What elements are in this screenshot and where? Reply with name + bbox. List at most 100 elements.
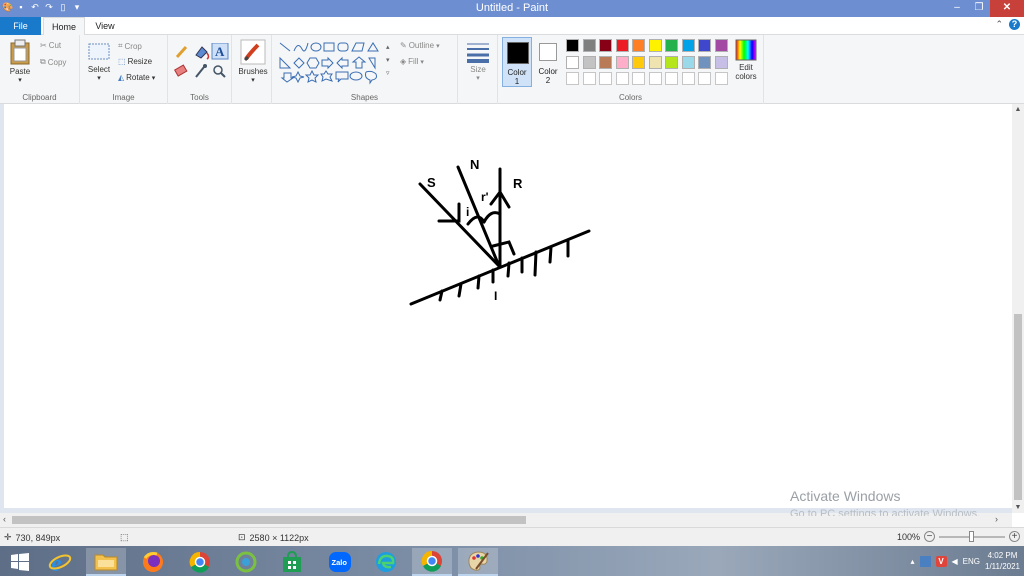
restore-button[interactable]: ❐ — [968, 0, 990, 17]
tab-home[interactable]: Home — [43, 17, 85, 36]
palette-swatch[interactable] — [582, 39, 596, 52]
palette-swatch[interactable] — [632, 39, 645, 52]
select-button[interactable]: Select ▾ — [86, 41, 112, 82]
palette-swatch[interactable] — [714, 39, 728, 52]
palette-swatch[interactable] — [648, 55, 662, 69]
copy-label: Copy — [47, 57, 67, 67]
palette-swatch[interactable] — [698, 39, 711, 52]
tray-overflow-icon[interactable]: ▴ — [910, 557, 914, 566]
firefox-button[interactable] — [133, 548, 173, 576]
crop-button[interactable]: ⌗ Crop — [118, 41, 142, 51]
palette-swatch[interactable] — [599, 55, 612, 69]
app-green-button[interactable] — [226, 548, 266, 576]
palette-swatch[interactable] — [566, 55, 579, 69]
network-status-icon[interactable] — [919, 555, 931, 567]
taskbar: e Zalo ▴ V ◀︎ ENG 4:02 PM 1/11/2021 — [0, 546, 1024, 576]
scroll-right-icon[interactable]: › — [995, 514, 998, 524]
palette-swatch[interactable] — [615, 55, 629, 69]
palette-custom-swatch[interactable] — [681, 72, 695, 85]
palette-swatch[interactable] — [599, 39, 612, 52]
brushes-button[interactable]: Brushes ▾ — [236, 39, 270, 84]
minimize-button[interactable]: – — [946, 0, 968, 17]
palette-swatch[interactable] — [582, 55, 596, 69]
zoom-slider[interactable] — [939, 530, 1005, 542]
speaker-icon[interactable]: ◀︎ — [952, 557, 958, 566]
zoom-controls: 100% − + — [897, 530, 1020, 542]
collapse-ribbon-icon[interactable]: ⌃ — [995, 19, 1003, 30]
crop-icon: ⌗ — [118, 41, 123, 50]
palette-swatch[interactable] — [714, 55, 728, 69]
vivaldi-tray-icon[interactable]: V — [935, 555, 947, 567]
scroll-up-icon[interactable]: ▲ — [1012, 106, 1024, 113]
palette-swatch[interactable] — [648, 39, 662, 52]
palette-custom-swatch[interactable] — [566, 72, 579, 85]
tab-file[interactable]: File — [0, 17, 41, 35]
edge-button[interactable] — [366, 548, 406, 576]
magnifier-icon[interactable] — [213, 65, 226, 78]
palette-custom-swatch[interactable] — [632, 72, 645, 85]
resize-button[interactable]: ⬚ Resize — [118, 57, 152, 66]
close-button[interactable]: ✕ — [990, 0, 1024, 17]
start-button[interactable] — [0, 548, 40, 576]
shapes-scroll[interactable]: ▴ ▾ ▿ — [386, 41, 390, 80]
palette-custom-swatch[interactable] — [582, 72, 596, 85]
help-icon[interactable]: ? — [1009, 19, 1020, 30]
zoom-out-button[interactable]: − — [924, 531, 935, 542]
fill-button[interactable]: ◈ Fill ▾ — [400, 57, 424, 66]
palette-swatch[interactable] — [681, 55, 695, 69]
file-explorer-button[interactable] — [86, 548, 126, 576]
palette-swatch[interactable] — [566, 39, 579, 52]
palette-swatch[interactable] — [632, 55, 645, 69]
vertical-scrollbar[interactable]: ▲ ▼ — [1012, 104, 1024, 513]
chrome-active-button[interactable] — [412, 548, 452, 576]
internet-explorer-button[interactable]: e — [40, 548, 80, 576]
zoom-slider-thumb[interactable] — [969, 530, 974, 542]
palette-custom-swatch[interactable] — [599, 72, 612, 85]
rotate-button[interactable]: ◭ Rotate ▾ — [118, 73, 155, 82]
chrome-button[interactable] — [180, 548, 220, 576]
palette-custom-swatch[interactable] — [698, 72, 711, 85]
palette-custom-swatch[interactable] — [648, 72, 662, 85]
outline-button[interactable]: ✎ Outline ▾ — [400, 41, 440, 50]
eraser-icon[interactable] — [174, 64, 188, 77]
clock[interactable]: 4:02 PM 1/11/2021 — [985, 550, 1020, 572]
palette-swatch[interactable] — [615, 39, 629, 52]
color2-button[interactable]: Color 2 — [534, 37, 562, 87]
cursor-position-value: 730, 849px — [15, 532, 61, 543]
vertical-scroll-thumb[interactable] — [1014, 314, 1022, 500]
palette-custom-swatch[interactable] — [714, 72, 728, 85]
cut-button[interactable]: ✂ Cut — [40, 41, 61, 50]
edit-colors-button[interactable]: Edit colors — [730, 39, 762, 81]
size-button[interactable]: Size ▾ — [462, 41, 494, 82]
copy-button[interactable]: ⧉ Copy — [40, 57, 66, 67]
horizontal-scroll-thumb[interactable] — [12, 516, 526, 524]
palette-swatch[interactable] — [698, 55, 711, 69]
palette-swatch[interactable] — [665, 55, 678, 69]
select-label: Select — [87, 65, 111, 74]
scroll-left-icon[interactable]: ‹ — [3, 514, 6, 524]
palette-custom-swatch[interactable] — [665, 72, 678, 85]
tab-view[interactable]: View — [88, 17, 122, 35]
color1-button[interactable]: Color 1 — [502, 37, 532, 87]
drawing-canvas[interactable]: S N R i r' I — [4, 104, 1012, 508]
color-picker-icon[interactable] — [195, 64, 207, 78]
fill-bucket-icon[interactable] — [195, 46, 210, 60]
scroll-down-icon[interactable]: ▼ — [1012, 504, 1024, 511]
store-button[interactable] — [272, 548, 312, 576]
pencil-icon[interactable] — [174, 43, 190, 59]
language-indicator[interactable]: ENG — [963, 557, 980, 566]
text-tool-icon[interactable]: A — [211, 43, 229, 60]
palette-swatch[interactable] — [665, 39, 678, 52]
shapes-group: ▴ ▾ ▿ ✎ Outline ▾ ◈ Fill ▾ Shapes — [272, 35, 458, 104]
brushes-label: Brushes — [238, 67, 268, 76]
paste-button[interactable]: Paste ▾ — [6, 39, 34, 84]
palette-swatch[interactable] — [681, 39, 695, 52]
angle-r-arc — [482, 211, 502, 224]
paint-taskbar-button[interactable] — [458, 548, 498, 576]
zalo-button[interactable]: Zalo — [320, 548, 360, 576]
shapes-gallery[interactable] — [278, 41, 396, 85]
palette-custom-swatch[interactable] — [615, 72, 629, 85]
store-bag-icon — [283, 551, 301, 572]
zoom-in-button[interactable]: + — [1009, 531, 1020, 542]
fill-icon: ◈ — [400, 57, 407, 66]
